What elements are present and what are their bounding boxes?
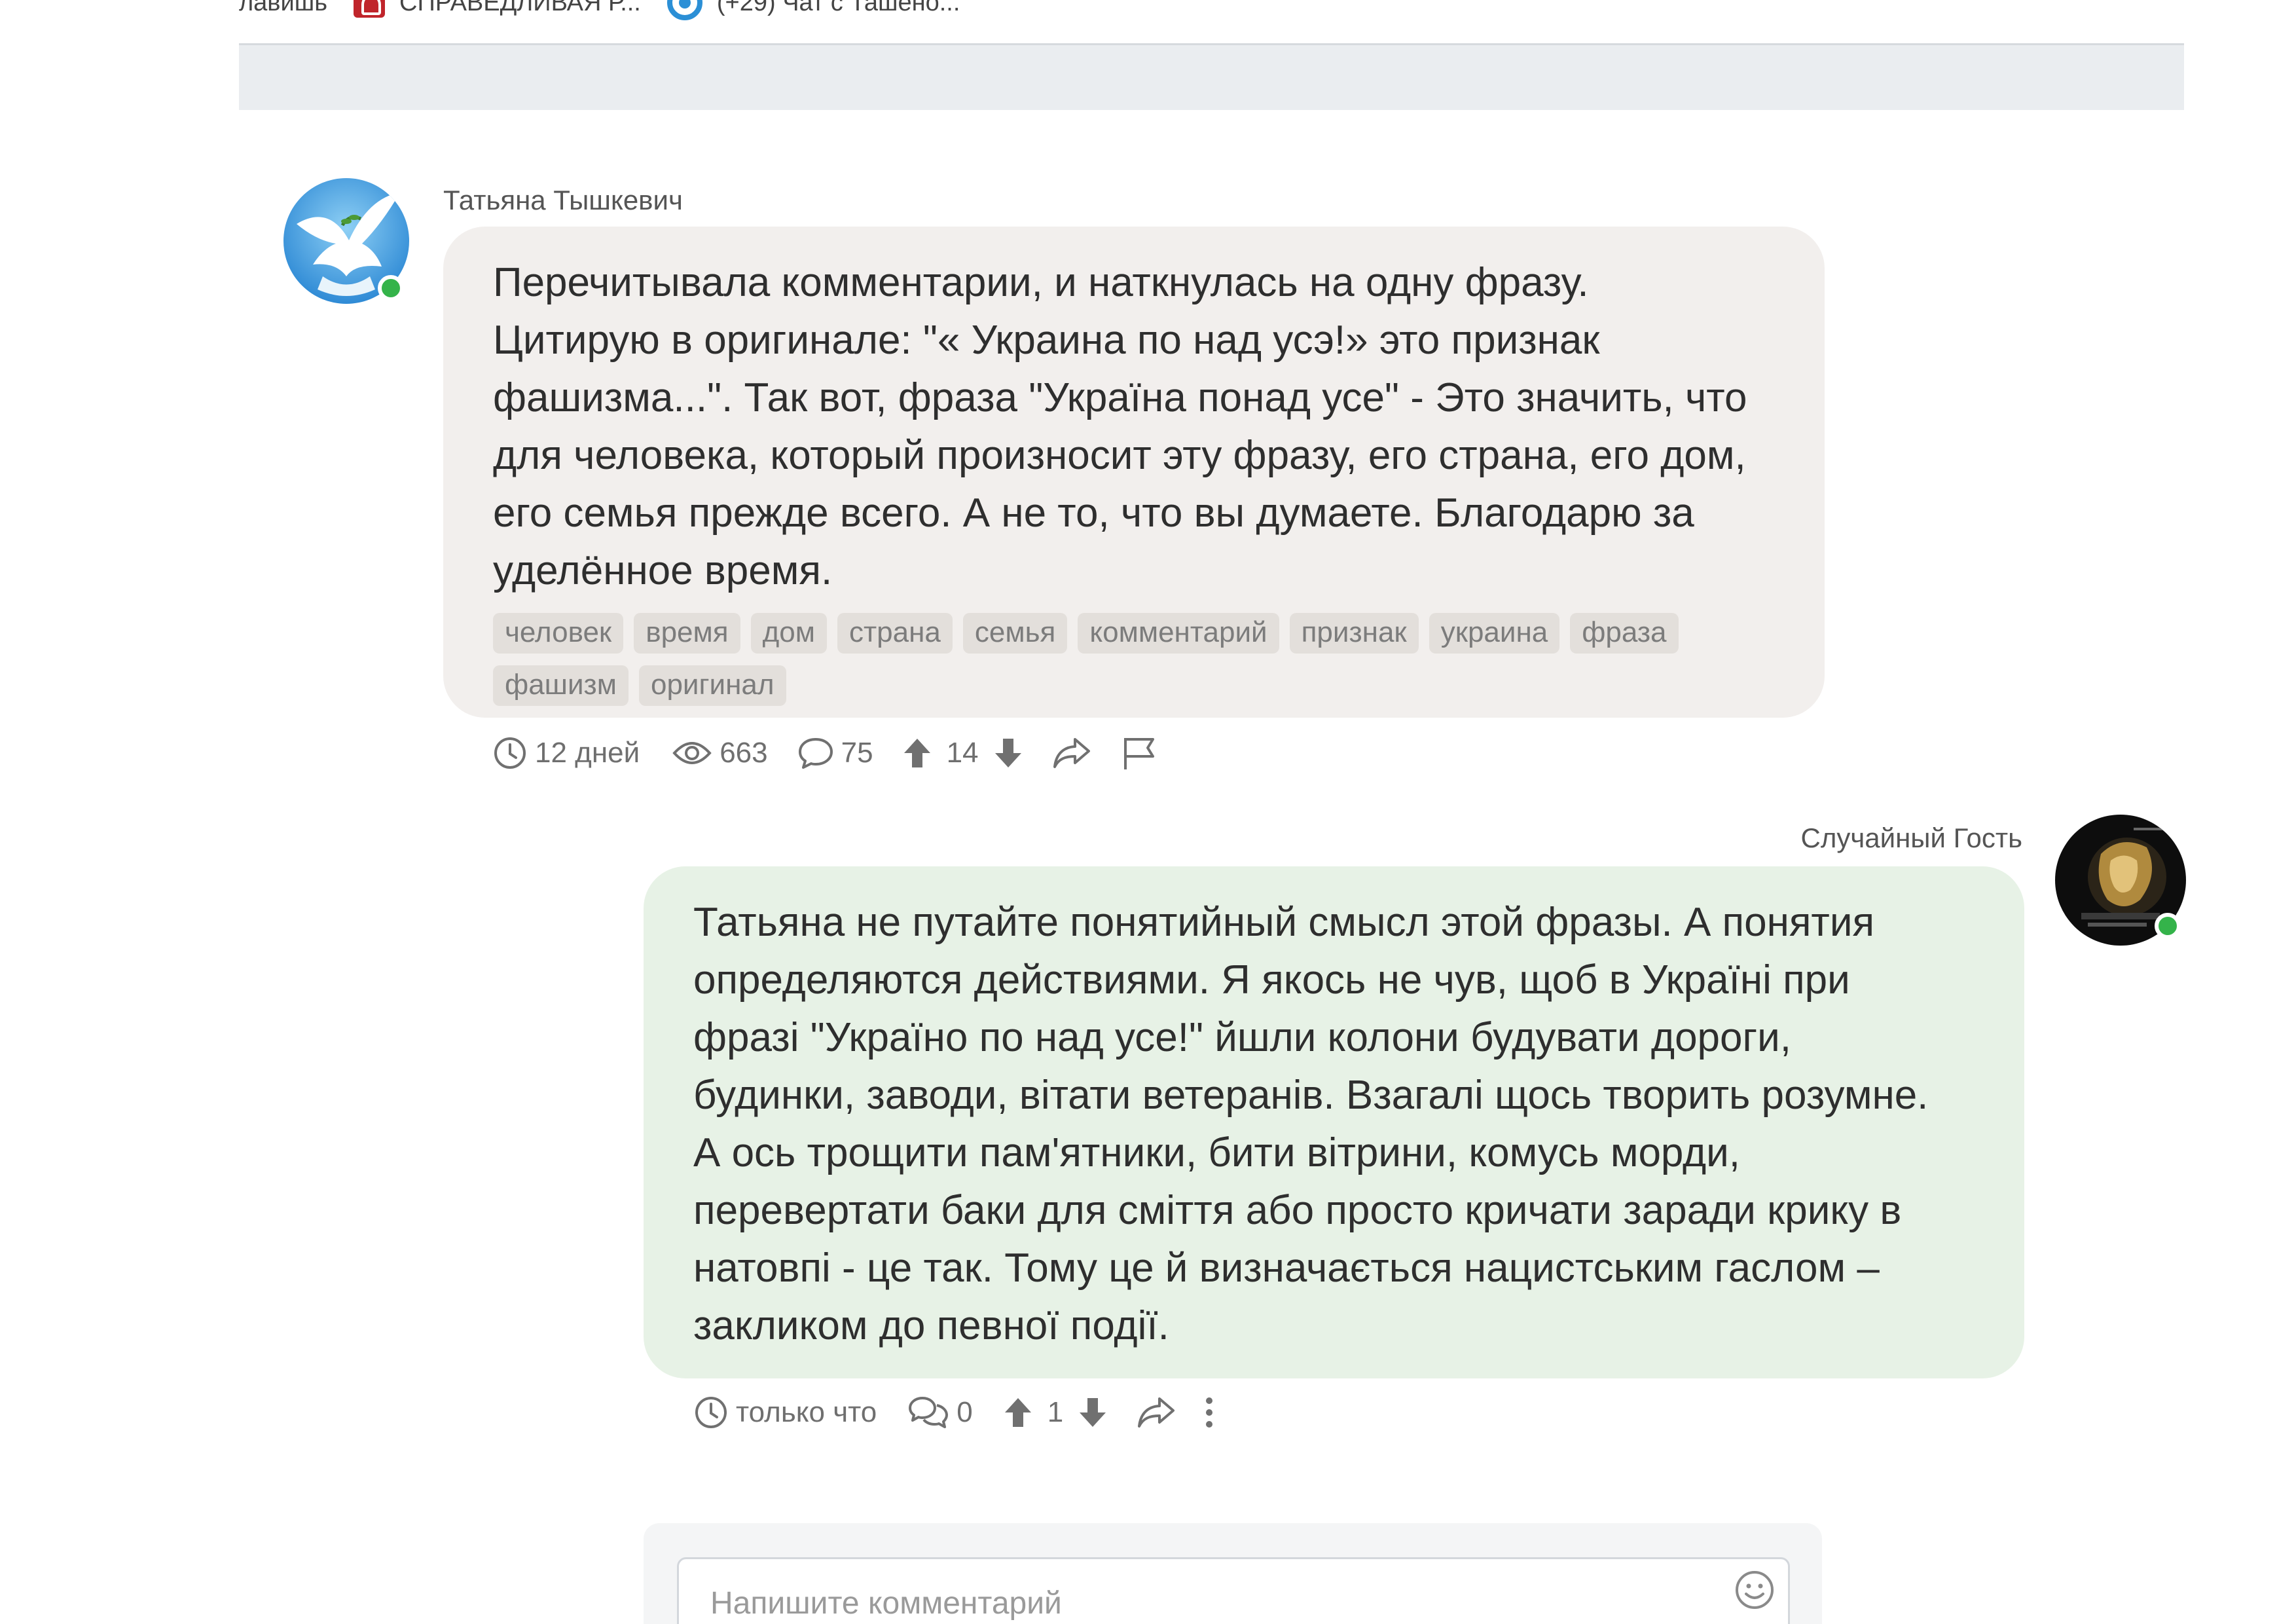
clock-icon — [694, 1395, 728, 1430]
tag[interactable]: фраза — [1570, 613, 1679, 654]
views-text: 663 — [720, 737, 768, 769]
bookmark-label: СПРАВЕДЛИВАЯ Р... — [399, 0, 641, 16]
avatar[interactable] — [2055, 815, 2186, 946]
share-icon[interactable] — [1137, 1396, 1176, 1429]
bookmark-label: лавишь — [239, 0, 328, 16]
comments-count[interactable]: 75 — [798, 737, 873, 769]
comment-author[interactable]: Татьяна Тышкевич — [443, 185, 683, 216]
eye-icon — [672, 739, 712, 767]
comment-bubble: Татьяна не путайте понятийный смысл этой… — [644, 866, 2024, 1378]
rating-value: 14 — [946, 737, 979, 769]
reply-count-text: 0 — [957, 1396, 973, 1428]
comment-input-box[interactable] — [677, 1557, 1790, 1624]
tag[interactable]: фашизм — [493, 665, 629, 706]
header-band — [239, 43, 2184, 110]
tag[interactable]: комментарий — [1078, 613, 1279, 654]
speech-bubble-icon — [798, 737, 833, 769]
bookmark-item[interactable]: лавишь — [239, 0, 327, 17]
comment-author[interactable]: Случайный Гость — [1801, 822, 2022, 854]
comment-meta: 12 дней 663 75 14 — [493, 731, 1157, 775]
party-logo-icon — [354, 0, 386, 18]
bookmark-label: (+29) Чат с Ташено... — [716, 0, 960, 16]
chat-app-icon — [666, 0, 702, 20]
tag[interactable]: украина — [1429, 613, 1560, 654]
timestamp[interactable]: 12 дней — [493, 736, 640, 770]
tag-list: человек время дом страна семья комментар… — [493, 613, 1750, 706]
tag[interactable]: признак — [1289, 613, 1419, 654]
tag[interactable]: страна — [837, 613, 953, 654]
upvote-arrow-icon[interactable] — [1003, 1396, 1033, 1429]
rating: 14 — [902, 737, 1023, 769]
comments-count-text: 75 — [841, 737, 873, 769]
tag[interactable]: дом — [750, 613, 827, 654]
timestamp[interactable]: только что — [694, 1395, 877, 1430]
reply-count[interactable]: 0 — [908, 1395, 973, 1430]
timestamp-text: 12 дней — [535, 737, 640, 769]
emoji-icon[interactable] — [1734, 1570, 1775, 1610]
downvote-arrow-icon[interactable] — [1078, 1396, 1108, 1429]
avatar[interactable] — [283, 178, 409, 304]
tag[interactable]: семья — [962, 613, 1068, 654]
upvote-arrow-icon[interactable] — [902, 737, 932, 769]
tag[interactable]: человек — [493, 613, 624, 654]
comment-text: Татьяна не путайте понятийный смысл этой… — [693, 900, 1929, 1348]
downvote-arrow-icon[interactable] — [993, 737, 1023, 769]
views-count: 663 — [672, 737, 768, 769]
report-flag-icon[interactable] — [1121, 735, 1157, 771]
tag[interactable]: время — [634, 613, 740, 654]
bookmark-item[interactable]: (+29) Чат с Ташено... — [666, 0, 960, 20]
clock-icon — [493, 736, 527, 770]
comment-input[interactable] — [710, 1585, 1692, 1621]
bookmarks-bar: лавишь СПРАВЕДЛИВАЯ Р... (+29) Чат с Таш… — [239, 0, 960, 20]
timestamp-text: только что — [736, 1396, 877, 1428]
rating: 1 — [1003, 1396, 1108, 1429]
online-status-indicator — [2155, 913, 2181, 939]
comment-meta: только что 0 1 — [694, 1391, 1214, 1434]
rating-value: 1 — [1047, 1396, 1064, 1428]
comment-bubble: Перечитывала комментарии, и наткнулась н… — [443, 227, 1825, 718]
share-icon[interactable] — [1052, 737, 1091, 769]
tag[interactable]: оригинал — [638, 665, 786, 706]
online-status-indicator — [378, 275, 404, 301]
bookmark-item[interactable]: СПРАВЕДЛИВАЯ Р... — [354, 0, 641, 18]
comment-text: Перечитывала комментарии, и наткнулась н… — [493, 260, 1747, 593]
more-options-icon[interactable] — [1205, 1396, 1214, 1429]
replies-icon — [908, 1395, 949, 1430]
